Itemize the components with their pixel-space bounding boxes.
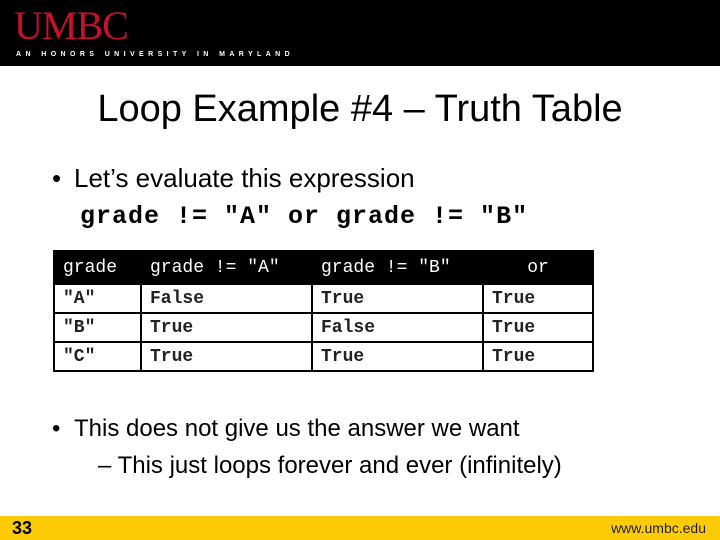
table-cell: False bbox=[140, 283, 313, 314]
bullet-text: Let’s evaluate this expression bbox=[74, 163, 415, 193]
header-cell: grade != "B" bbox=[311, 250, 484, 285]
table-cell: "B" bbox=[53, 312, 142, 343]
sub-bullet-text: This just loops forever and ever (infini… bbox=[117, 452, 562, 479]
table-row: "B" True False True bbox=[53, 312, 594, 343]
table-cell: True bbox=[311, 341, 484, 372]
table-cell: True bbox=[482, 283, 594, 314]
truth-table: grade grade != "A" grade != "B" or "A" F… bbox=[53, 250, 594, 372]
code-expression: grade != "A" or grade != "B" bbox=[80, 202, 529, 231]
header-cell: or bbox=[482, 250, 594, 285]
bullet-icon: • bbox=[52, 415, 61, 442]
table-cell: True bbox=[311, 283, 484, 314]
table-cell: True bbox=[140, 312, 313, 343]
table-header-row: grade grade != "A" grade != "B" or bbox=[53, 250, 594, 285]
bullet-icon: • bbox=[52, 163, 62, 193]
dash-icon: – bbox=[98, 452, 118, 479]
table-cell: "C" bbox=[53, 341, 142, 372]
table-cell: "A" bbox=[53, 283, 142, 314]
table-cell: True bbox=[482, 341, 594, 372]
header-bar: UMBC AN HONORS UNIVERSITY IN MARYLAND bbox=[0, 0, 720, 66]
tagline: AN HONORS UNIVERSITY IN MARYLAND bbox=[16, 51, 295, 58]
umbc-logo: UMBC bbox=[14, 3, 129, 48]
footer-bar: 33 www.umbc.edu bbox=[0, 516, 720, 540]
bullet-item: • This does not give us the answer we wan… bbox=[52, 415, 520, 443]
header-cell: grade bbox=[53, 250, 142, 285]
footer-url: www.umbc.edu bbox=[611, 520, 706, 536]
sub-bullet-item: – This just loops forever and ever (infi… bbox=[98, 452, 562, 480]
table-cell: False bbox=[311, 312, 484, 343]
bullet-text: This does not give us the answer we want bbox=[74, 415, 520, 442]
bullet-item: • Let’s evaluate this expression bbox=[52, 163, 415, 194]
table-row: "C" True True True bbox=[53, 341, 594, 372]
slide-title: Loop Example #4 – Truth Table bbox=[97, 88, 623, 130]
table-row: "A" False True True bbox=[53, 283, 594, 314]
table-cell: True bbox=[482, 312, 594, 343]
page-number: 33 bbox=[12, 518, 33, 538]
table-cell: True bbox=[140, 341, 313, 372]
header-cell: grade != "A" bbox=[140, 250, 313, 285]
